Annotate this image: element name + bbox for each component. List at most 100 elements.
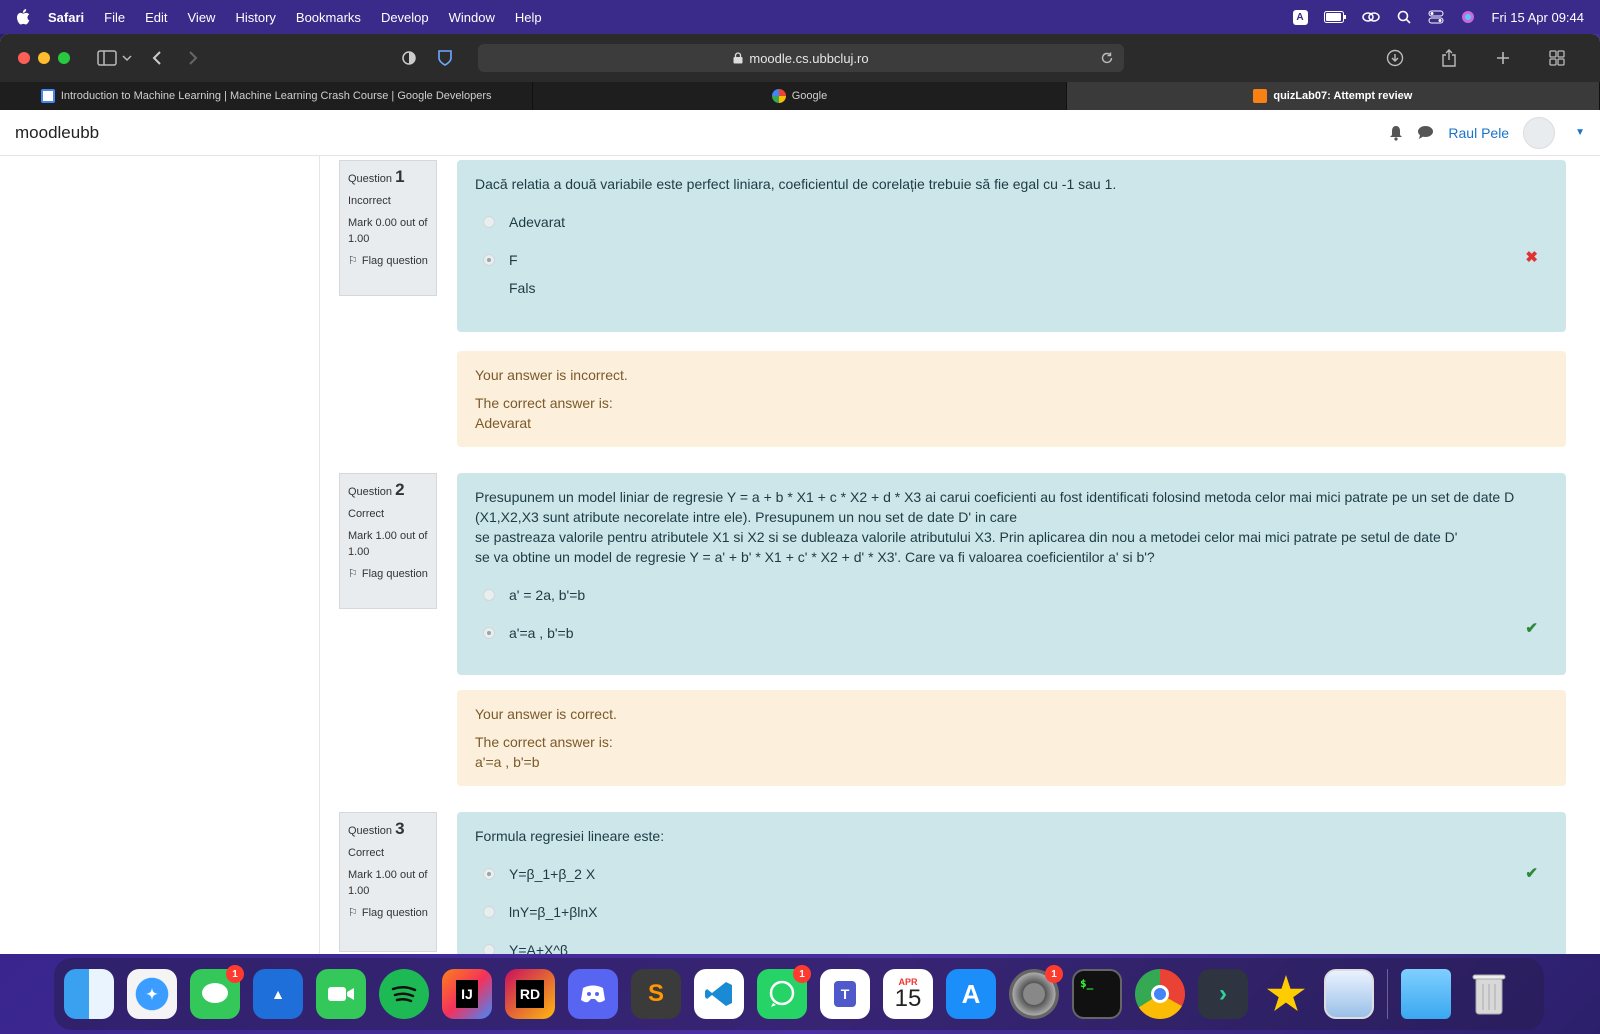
close-window-button[interactable] <box>18 52 30 64</box>
tab-google[interactable]: Google <box>533 82 1067 110</box>
zoom-window-button[interactable] <box>58 52 70 64</box>
messages-chat-icon[interactable] <box>1417 125 1434 140</box>
whatsapp-icon[interactable]: 1 <box>757 965 811 1019</box>
sublime-text-icon[interactable]: S <box>631 969 681 1019</box>
flag-question-link[interactable]: ⚐ Flag question <box>348 905 428 921</box>
control-center-icon[interactable] <box>1428 10 1444 24</box>
question-2-info: Question 2 Correct Mark 1.00 out of 1.00… <box>339 473 437 609</box>
reload-icon[interactable] <box>1100 51 1114 65</box>
intellij-icon[interactable]: IJ <box>442 969 492 1019</box>
terminal-icon[interactable]: $_ <box>1072 969 1122 1019</box>
bitwarden-shield-icon[interactable] <box>434 49 456 67</box>
flag-icon: ⚐ <box>348 568 358 580</box>
question-state: Incorrect <box>348 195 391 207</box>
finder-icon[interactable] <box>64 969 114 1019</box>
system-settings-icon[interactable]: 1 <box>1009 965 1063 1019</box>
question-state: Correct <box>348 847 385 859</box>
downloads-icon[interactable] <box>1384 49 1406 67</box>
link-icon[interactable] <box>1361 10 1380 24</box>
app-store-icon[interactable]: A <box>946 969 996 1019</box>
answer-option[interactable]: F Fals <box>475 250 1548 298</box>
question-2-formulation: Presupunem un model liniar de regresie Y… <box>457 473 1566 675</box>
menu-edit[interactable]: Edit <box>145 10 167 25</box>
menubar-clock[interactable]: Fri 15 Apr 09:44 <box>1492 10 1585 25</box>
site-brand[interactable]: moodleubb <box>15 123 99 143</box>
answer-radio-selected[interactable] <box>483 868 495 880</box>
menu-view[interactable]: View <box>188 10 216 25</box>
question-state: Correct <box>348 508 385 520</box>
caret-down-icon[interactable]: ▼ <box>1575 127 1585 138</box>
menu-window[interactable]: Window <box>449 10 495 25</box>
chevron-down-icon[interactable] <box>122 49 132 67</box>
answer-radio-selected[interactable] <box>483 627 495 639</box>
chrome-icon[interactable] <box>1135 969 1185 1019</box>
teams-icon[interactable]: T <box>820 969 870 1019</box>
input-source-icon[interactable]: A <box>1292 9 1308 25</box>
new-tab-icon[interactable] <box>1492 49 1514 67</box>
preview-icon[interactable] <box>1324 969 1374 1019</box>
forward-icon[interactable] <box>182 49 204 67</box>
tab-ml-crash-course[interactable]: Introduction to Machine Learning | Machi… <box>0 82 534 110</box>
back-icon[interactable] <box>146 49 168 67</box>
answer-radio[interactable] <box>483 589 495 601</box>
question-3-formulation: Formula regresiei lineare este: Y=β_1+β_… <box>457 812 1566 954</box>
answer-radio-selected[interactable] <box>483 254 495 266</box>
apple-icon[interactable] <box>16 9 30 25</box>
url-text[interactable]: moodle.cs.ubbcluj.ro <box>749 51 868 66</box>
tab-quiz-review[interactable]: quizLab07: Attempt review <box>1066 82 1600 110</box>
menu-bookmarks[interactable]: Bookmarks <box>296 10 361 25</box>
menu-bar: Safari File Edit View History Bookmarks … <box>0 0 1600 34</box>
reeder-star-icon[interactable]: ★ <box>1261 969 1311 1019</box>
notifications-bell-icon[interactable] <box>1389 125 1403 141</box>
safari-icon[interactable]: ✦ <box>127 969 177 1019</box>
answer-label: a'=a , b'=b <box>509 625 574 641</box>
menu-app-safari[interactable]: Safari <box>48 10 84 25</box>
search-icon[interactable] <box>1396 10 1412 24</box>
vscode-icon[interactable] <box>694 969 744 1019</box>
answer-option[interactable]: a'=a , b'=b <box>475 623 1548 643</box>
battery-icon[interactable] <box>1323 10 1346 24</box>
tab-title: Google <box>791 90 828 102</box>
flag-label: Flag question <box>361 568 428 580</box>
minimize-window-button[interactable] <box>38 52 50 64</box>
calendar-icon[interactable]: APR 15 <box>883 969 933 1019</box>
privacy-shield-icon[interactable] <box>398 49 420 67</box>
answer-option[interactable]: Adevarat <box>475 212 1548 232</box>
answer-radio[interactable] <box>483 906 495 918</box>
answer-sublabel: Fals <box>509 280 536 296</box>
answer-option[interactable]: Y=β_1+β_2 X <box>475 864 1548 884</box>
messages-icon[interactable]: 1 <box>190 965 244 1019</box>
answer-option[interactable]: lnY=β_1+βlnX <box>475 902 1548 922</box>
siri-icon[interactable] <box>1460 10 1476 24</box>
address-bar[interactable]: moodle.cs.ubbcluj.ro <box>478 44 1124 72</box>
menu-develop[interactable]: Develop <box>381 10 429 25</box>
moodle-navbar: moodleubb Raul Pele ▼ <box>0 110 1600 156</box>
feedback-correct-answer: a'=a , b'=b <box>475 754 540 770</box>
answer-label: a' = 2a, b'=b <box>509 587 586 603</box>
avatar[interactable] <box>1523 116 1556 149</box>
browser-toolbar: moodle.cs.ubbcluj.ro <box>0 34 1600 82</box>
facetime-icon[interactable] <box>316 969 366 1019</box>
answer-option[interactable]: Y=A+X^β <box>475 940 1548 954</box>
flag-question-link[interactable]: ⚐ Flag question <box>348 253 428 269</box>
prompt-ssh-icon[interactable]: › <box>1198 969 1248 1019</box>
downloads-folder-icon[interactable] <box>1401 969 1451 1019</box>
answer-radio[interactable] <box>483 216 495 228</box>
tab-overview-icon[interactable] <box>1546 49 1568 67</box>
answer-radio[interactable] <box>483 944 495 954</box>
user-menu-name[interactable]: Raul Pele <box>1448 125 1509 141</box>
answer-option[interactable]: a' = 2a, b'=b <box>475 585 1548 605</box>
menu-history[interactable]: History <box>235 10 275 25</box>
menu-file[interactable]: File <box>104 10 125 25</box>
tab-title: Introduction to Machine Learning | Machi… <box>60 90 492 102</box>
trash-icon[interactable] <box>1464 969 1514 1019</box>
menu-help[interactable]: Help <box>515 10 542 25</box>
rider-icon[interactable]: RD <box>505 969 555 1019</box>
correct-check-icon: ✔ <box>1525 865 1538 882</box>
flag-question-link[interactable]: ⚐ Flag question <box>348 566 428 582</box>
share-icon[interactable] <box>1438 49 1460 67</box>
spark-mail-icon[interactable]: ▲ <box>253 969 303 1019</box>
spotify-icon[interactable] <box>379 969 429 1019</box>
discord-icon[interactable] <box>568 969 618 1019</box>
sidebar-toggle-icon[interactable] <box>96 49 118 67</box>
